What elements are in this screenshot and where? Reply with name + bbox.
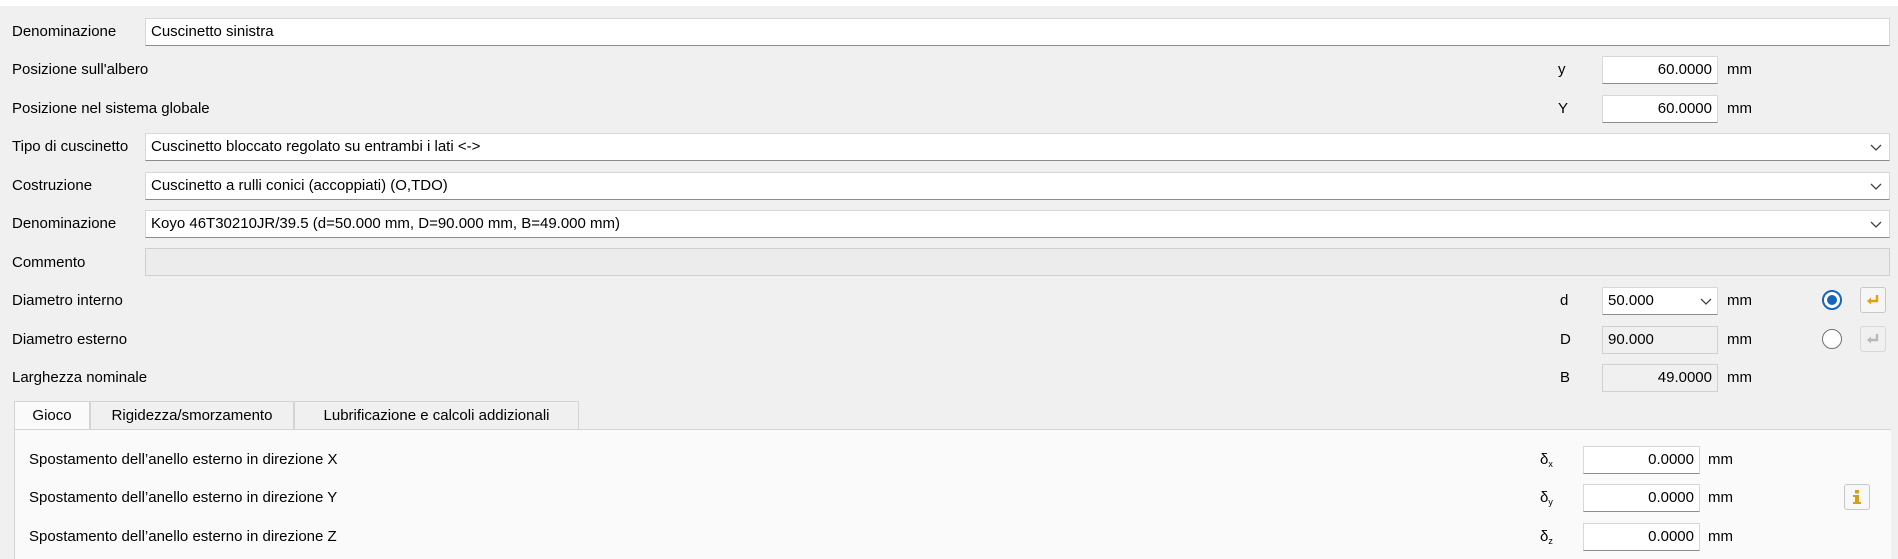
inner-diameter-symbol: d: [1560, 292, 1569, 309]
shaft-position-unit: mm: [1727, 61, 1752, 78]
outer-diameter-label: Diametro esterno: [12, 331, 128, 348]
apply-outer-diameter-button[interactable]: [1860, 326, 1886, 352]
global-position-label: Posizione nel sistema globale: [12, 100, 210, 117]
nominal-width-symbol: B: [1560, 369, 1571, 386]
shaft-position-field[interactable]: 60.0000: [1602, 56, 1718, 84]
chevron-down-icon: [1870, 144, 1882, 151]
designation-value: Koyo 46T30210JR/39.5 (d=50.000 mm, D=90.…: [151, 215, 621, 232]
inner-diameter-label: Diametro interno: [12, 292, 123, 309]
info-icon: [1853, 490, 1861, 504]
tab-rigidezza[interactable]: Rigidezza/smorzamento: [90, 401, 294, 429]
outer-ring-shift-z-field[interactable]: 0.0000: [1583, 523, 1700, 551]
outer-ring-shift-x-field[interactable]: 0.0000: [1583, 446, 1700, 474]
shaft-position-label: Posizione sull'albero: [12, 61, 149, 78]
outer-diameter-field[interactable]: 90.000: [1602, 326, 1718, 354]
chevron-down-icon: [1870, 183, 1882, 190]
chevron-down-icon: [1870, 221, 1882, 228]
global-position-field[interactable]: 60.0000: [1602, 95, 1718, 123]
construction-dropdown[interactable]: Cuscinetto a rulli conici (accoppiati) (…: [145, 172, 1890, 200]
outer-ring-shift-y-field[interactable]: 0.0000: [1583, 484, 1700, 512]
bearing-type-dropdown[interactable]: Cuscinetto bloccato regolato su entrambi…: [145, 133, 1890, 161]
shaft-position-symbol: y: [1558, 61, 1566, 78]
outer-ring-shift-z-label: Spostamento dell’anello esterno in direz…: [29, 528, 337, 545]
tab-lubrificazione[interactable]: Lubrificazione e calcoli addizionali: [294, 401, 579, 429]
outer-ring-shift-z-symbol: δz: [1540, 528, 1553, 546]
nominal-width-field[interactable]: 49.0000: [1602, 364, 1718, 392]
outer-ring-shift-y-unit: mm: [1708, 489, 1733, 506]
bearing-type-label: Tipo di cuscinetto: [12, 138, 129, 155]
comment-field[interactable]: [145, 248, 1890, 276]
comment-label: Commento: [12, 254, 86, 271]
inner-diameter-value: 50.000: [1608, 292, 1654, 309]
inner-diameter-unit: mm: [1727, 292, 1752, 309]
outer-ring-shift-y-label: Spostamento dell’anello esterno in direz…: [29, 489, 338, 506]
outer-ring-shift-x-unit: mm: [1708, 451, 1733, 468]
inner-diameter-dropdown[interactable]: 50.000: [1602, 287, 1718, 315]
outer-diameter-symbol: D: [1560, 331, 1571, 348]
inner-diameter-radio[interactable]: [1822, 290, 1842, 310]
nominal-width-unit: mm: [1727, 369, 1752, 386]
bearing-type-value: Cuscinetto bloccato regolato su entrambi…: [151, 138, 481, 155]
return-arrow-icon: [1867, 295, 1879, 305]
outer-diameter-radio[interactable]: [1822, 329, 1842, 349]
outer-diameter-unit: mm: [1727, 331, 1752, 348]
return-arrow-icon: [1867, 334, 1879, 344]
outer-ring-shift-x-label: Spostamento dell’anello esterno in direz…: [29, 451, 338, 468]
info-button[interactable]: [1844, 484, 1870, 510]
designation-label: Denominazione: [12, 215, 117, 232]
global-position-unit: mm: [1727, 100, 1752, 117]
name-label: Denominazione: [12, 23, 117, 40]
outer-ring-shift-x-symbol: δx: [1540, 451, 1553, 469]
construction-label: Costruzione: [12, 177, 93, 194]
global-position-symbol: Y: [1558, 100, 1569, 117]
apply-inner-diameter-button[interactable]: [1860, 287, 1886, 313]
tab-gioco[interactable]: Gioco: [14, 401, 90, 430]
construction-value: Cuscinetto a rulli conici (accoppiati) (…: [151, 177, 448, 194]
designation-dropdown[interactable]: Koyo 46T30210JR/39.5 (d=50.000 mm, D=90.…: [145, 210, 1890, 238]
outer-ring-shift-y-symbol: δy: [1540, 489, 1553, 507]
name-field[interactable]: Cuscinetto sinistra: [145, 18, 1890, 46]
nominal-width-label: Larghezza nominale: [12, 369, 148, 386]
outer-ring-shift-z-unit: mm: [1708, 528, 1733, 545]
chevron-down-icon: [1700, 298, 1712, 305]
